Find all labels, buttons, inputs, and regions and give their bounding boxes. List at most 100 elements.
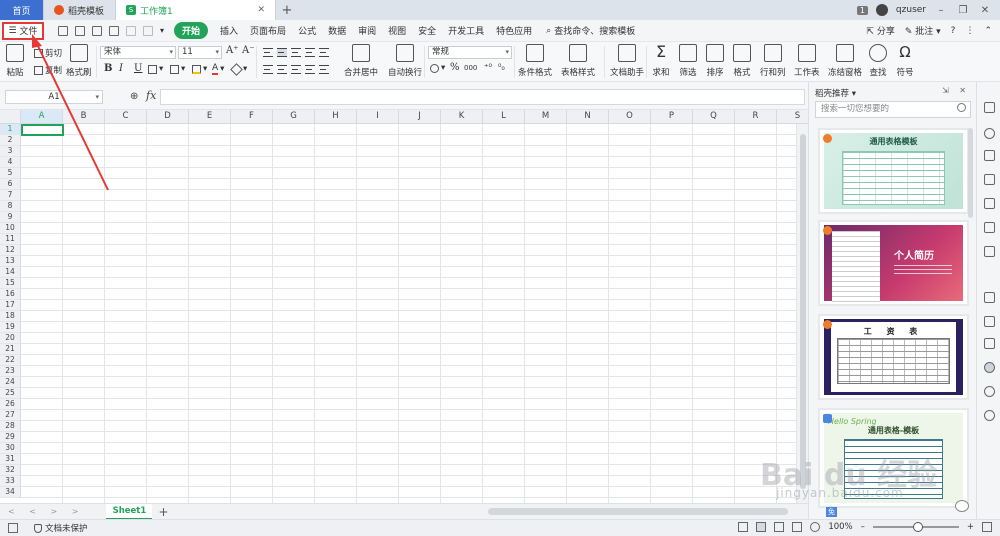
vertical-scrollbar[interactable] [796, 124, 808, 503]
row-header-1[interactable]: 1 [0, 124, 21, 135]
cursor-icon[interactable] [984, 102, 995, 113]
tab-security[interactable]: 安全 [418, 24, 436, 37]
column-header-n[interactable]: N [567, 110, 609, 124]
more-icon[interactable]: ⋮ [965, 26, 974, 36]
align-top-icon[interactable] [263, 48, 273, 57]
redo-icon[interactable] [143, 25, 153, 36]
underline-button[interactable]: U [134, 63, 142, 74]
page-break-view-icon[interactable] [774, 522, 785, 532]
cell-area[interactable] [21, 124, 796, 503]
tab-review[interactable]: 审阅 [358, 24, 376, 37]
user-name[interactable]: qzuser [896, 5, 926, 15]
help-icon[interactable]: ? [951, 26, 956, 36]
shapes-icon[interactable] [984, 128, 995, 139]
zoom-in-icon[interactable]: + [967, 522, 974, 532]
row-header-15[interactable]: 15 [0, 278, 21, 289]
panel-title[interactable]: 稻壳推荐 ▾ [815, 87, 856, 99]
undo-icon[interactable] [126, 25, 136, 36]
row-header-8[interactable]: 8 [0, 201, 21, 212]
tab-home[interactable]: 首页 [0, 0, 44, 20]
share-button[interactable]: ⇱ 分享 [866, 24, 894, 37]
column-header-a[interactable]: A [21, 110, 63, 124]
tab-formula[interactable]: 公式 [298, 24, 316, 37]
print-preview-icon[interactable] [109, 25, 119, 36]
tab-start[interactable]: 开始 [174, 22, 209, 39]
template-card-resume[interactable]: 个人简历 [818, 220, 969, 306]
export-icon[interactable] [984, 316, 995, 327]
column-header-h[interactable]: H [315, 110, 357, 124]
save-icon[interactable] [58, 25, 68, 36]
paste-button[interactable]: 粘贴 [6, 44, 24, 78]
tab-workbook[interactable]: S 工作簿1 ✕ [116, 0, 276, 20]
sum-button[interactable]: Σ 求和 [652, 44, 670, 79]
column-header-e[interactable]: E [189, 110, 231, 124]
image-icon[interactable] [984, 338, 995, 349]
align-center-icon[interactable] [277, 65, 287, 74]
panel-tools[interactable]: ⇲ ✕ [942, 86, 970, 95]
column-header-k[interactable]: K [441, 110, 483, 124]
row-header-11[interactable]: 11 [0, 234, 21, 245]
active-cell-a1[interactable] [21, 124, 64, 136]
font-color-button[interactable]: A ▾ [212, 63, 224, 75]
horizontal-scrollbar[interactable] [488, 508, 788, 515]
decrease-decimal-icon[interactable]: ⁰₀ [498, 63, 505, 73]
restore-icon[interactable]: ❐ [956, 5, 970, 16]
zoom-slider[interactable] [872, 522, 959, 532]
tab-page-layout[interactable]: 页面布局 [250, 24, 286, 37]
fill-pattern-button[interactable]: ▾ [170, 64, 185, 74]
row-header-7[interactable]: 7 [0, 190, 21, 201]
fit-page-icon[interactable] [982, 522, 992, 532]
doc-helper-button[interactable]: 文档助手 [610, 44, 644, 78]
font-name-select[interactable]: 宋体 [100, 46, 176, 59]
row-header-23[interactable]: 23 [0, 366, 21, 377]
new-tab-button[interactable]: + [276, 0, 298, 20]
row-header-34[interactable]: 34 [0, 487, 21, 498]
column-header-i[interactable]: I [357, 110, 399, 124]
row-header-25[interactable]: 25 [0, 388, 21, 399]
column-header-b[interactable]: B [63, 110, 105, 124]
column-header-p[interactable]: P [651, 110, 693, 124]
freeze-panes-button[interactable]: 冻结窗格 [828, 44, 862, 78]
reading-view-icon[interactable] [792, 522, 803, 532]
function-icon[interactable] [984, 246, 995, 257]
zoom-formula-icon[interactable]: ⊕ [130, 91, 138, 102]
tab-view[interactable]: 视图 [388, 24, 406, 37]
panel-scrollbar[interactable] [968, 128, 973, 218]
collapse-ribbon-icon[interactable]: ⌃ [984, 26, 992, 36]
font-size-select[interactable]: 11 [178, 46, 222, 59]
row-header-13[interactable]: 13 [0, 256, 21, 267]
row-header-2[interactable]: 2 [0, 135, 21, 146]
row-header-14[interactable]: 14 [0, 267, 21, 278]
zoom-level[interactable]: 100% [828, 522, 852, 532]
row-header-21[interactable]: 21 [0, 344, 21, 355]
page-count-badge[interactable]: 1 [856, 5, 868, 15]
row-header-32[interactable]: 32 [0, 465, 21, 476]
column-header-l[interactable]: L [483, 110, 525, 124]
output-icon[interactable] [75, 25, 85, 36]
paint-icon[interactable] [984, 150, 995, 161]
column-header-q[interactable]: Q [693, 110, 735, 124]
command-search[interactable]: ⌕ 查找命令、搜索模板 [546, 24, 635, 38]
align-left-icon[interactable] [263, 65, 273, 74]
align-right-icon[interactable] [291, 65, 301, 74]
chart-icon[interactable] [984, 222, 995, 233]
increase-font-icon[interactable]: A⁺ [226, 45, 239, 56]
apps-icon[interactable] [984, 198, 995, 209]
format-button[interactable]: 格式 [733, 44, 751, 78]
template-card-table[interactable]: 通用表格模板 [818, 128, 969, 214]
row-header-22[interactable]: 22 [0, 355, 21, 366]
row-header-3[interactable]: 3 [0, 146, 21, 157]
row-header-29[interactable]: 29 [0, 432, 21, 443]
row-header-9[interactable]: 9 [0, 212, 21, 223]
row-header-10[interactable]: 10 [0, 223, 21, 234]
row-col-button[interactable]: 行和列 [760, 44, 786, 78]
merge-center-button[interactable]: 合并居中 [344, 44, 378, 78]
sort-button[interactable]: 排序 [706, 44, 724, 78]
increase-decimal-icon[interactable]: ⁺⁰ [484, 63, 492, 73]
copy-button[interactable]: 复制 [34, 64, 62, 76]
help-circle-icon[interactable] [984, 410, 995, 421]
worksheet-button[interactable]: 工作表 [794, 44, 820, 78]
row-header-17[interactable]: 17 [0, 300, 21, 311]
avatar[interactable] [875, 4, 888, 16]
sheet-nav-arrows[interactable]: < < > > [8, 507, 84, 516]
